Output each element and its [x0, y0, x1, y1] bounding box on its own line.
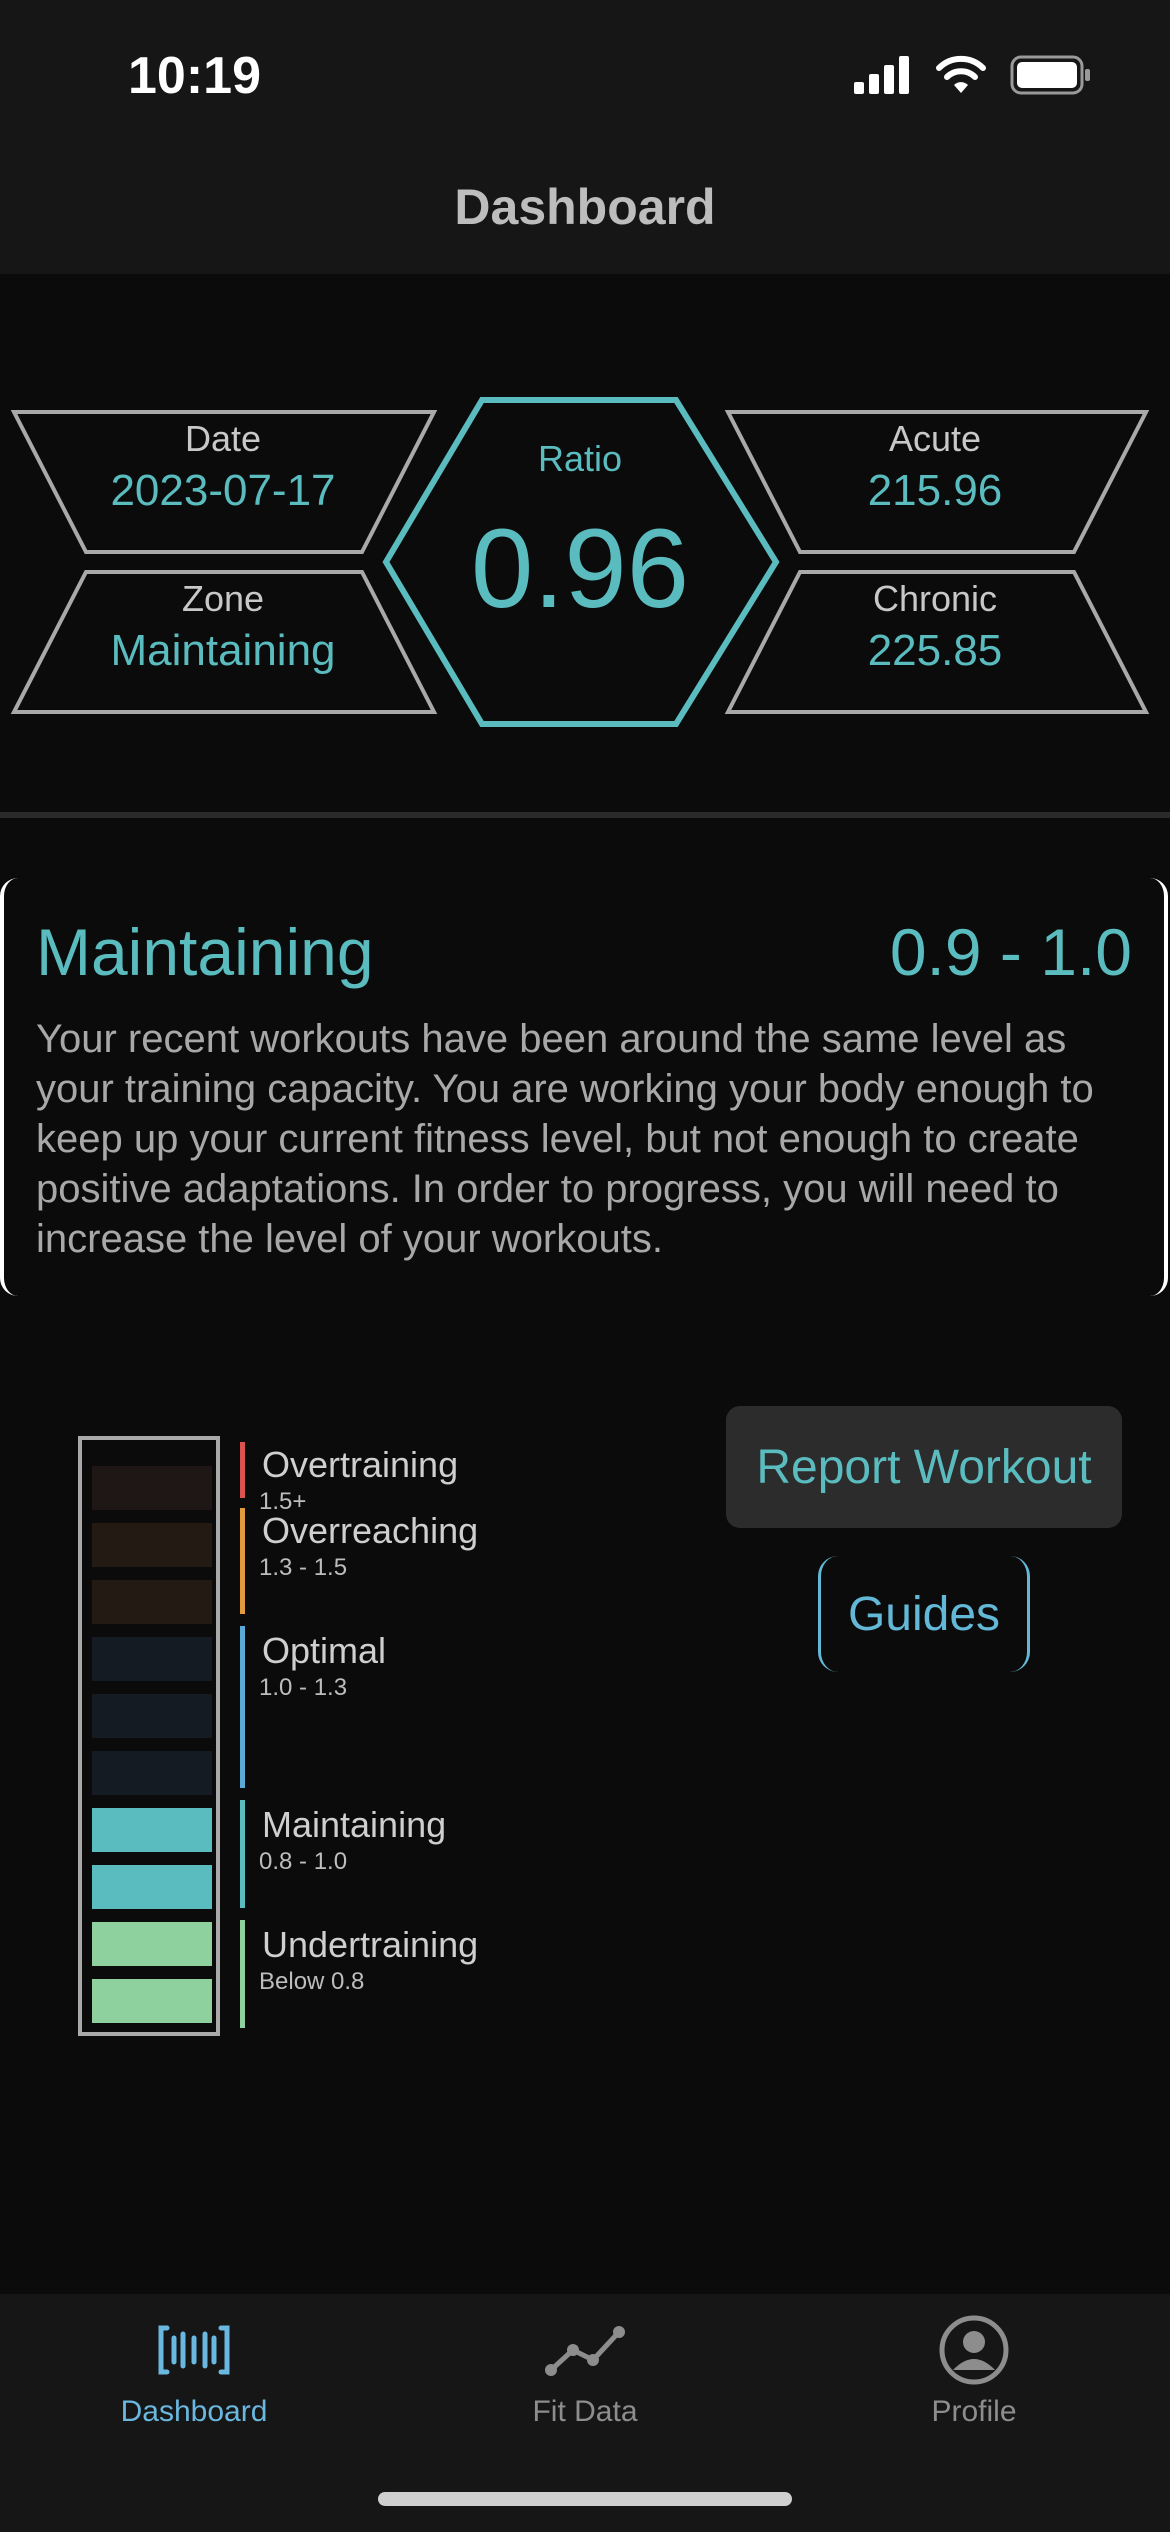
- legend-color-bar-overreaching: [240, 1508, 245, 1614]
- meter-segment: [92, 1580, 212, 1624]
- legend-range-undertraining: Below 0.8: [259, 1968, 365, 1995]
- legend-color-bar-maintaining: [240, 1800, 245, 1908]
- zone-value: Maintaining: [110, 626, 336, 675]
- legend-title-overtraining: Overtraining: [262, 1444, 459, 1485]
- legend-color-bar-undertraining: [240, 1920, 245, 2028]
- profile-icon: [939, 2315, 1009, 2385]
- acute-label: Acute: [888, 418, 982, 459]
- zone-card-range: 0.9 - 1.0: [889, 915, 1132, 989]
- meter-segment: [92, 1865, 212, 1909]
- meter-segment: [92, 1808, 212, 1852]
- legend-title-maintaining: Maintaining: [262, 1804, 447, 1845]
- tab-fit-data-label: Fit Data: [532, 2395, 638, 2428]
- tab-profile[interactable]: Profile: [824, 2315, 1124, 2429]
- navigation-bar: Dashboard: [0, 150, 1170, 274]
- meter-segment: [92, 1694, 212, 1738]
- zone-meter: [78, 1436, 220, 2036]
- status-time: 10:19: [128, 47, 261, 105]
- ratio-value: 0.96: [471, 506, 689, 631]
- meter-segment: [92, 1466, 212, 1510]
- meter-segment: [92, 1523, 212, 1567]
- status-bar: 10:19: [0, 0, 1170, 150]
- wifi-icon: [936, 55, 986, 93]
- stats-cluster: Date 2023-07-17 Zone Maintaining Ratio 0…: [0, 392, 1170, 732]
- meter-segment: [92, 1751, 212, 1795]
- tab-dashboard-label: Dashboard: [120, 2395, 268, 2428]
- page-title: Dashboard: [454, 179, 716, 235]
- legend-range-overreaching: 1.3 - 1.5: [259, 1554, 348, 1581]
- legend-range-maintaining: 0.8 - 1.0: [259, 1848, 348, 1875]
- meter-segment: [92, 1922, 212, 1966]
- acute-value: 215.96: [867, 466, 1003, 515]
- zone-card-title: Maintaining: [36, 915, 374, 989]
- meter-segment: [92, 1637, 212, 1681]
- tab-profile-label: Profile: [931, 2395, 1017, 2428]
- section-divider: [0, 812, 1170, 818]
- zone-info-card: Maintaining 0.9 - 1.0 Your recent workou…: [0, 878, 1168, 1296]
- ratio-label: Ratio: [537, 438, 623, 479]
- legend-title-optimal: Optimal: [262, 1630, 387, 1671]
- meter-segment: [92, 1979, 212, 2023]
- report-workout-button[interactable]: Report Workout: [726, 1406, 1122, 1528]
- chronic-label: Chronic: [872, 578, 998, 619]
- waveform-icon: [158, 2325, 230, 2375]
- battery-icon: [1010, 55, 1090, 95]
- cellular-signal-icon: [854, 56, 909, 94]
- zone-label: Zone: [181, 578, 265, 619]
- home-indicator[interactable]: [378, 2492, 792, 2506]
- legend-range-optimal: 1.0 - 1.3: [259, 1674, 348, 1701]
- tab-fit-data[interactable]: Fit Data: [435, 2320, 735, 2429]
- legend-color-bar-overtraining: [240, 1442, 245, 1498]
- status-icons: [854, 55, 1092, 95]
- legend-title-overreaching: Overreaching: [262, 1510, 479, 1551]
- line-chart-icon: [545, 2326, 625, 2376]
- chronic-value: 225.85: [867, 626, 1003, 675]
- tab-dashboard[interactable]: Dashboard: [44, 2320, 344, 2429]
- legend-color-bar-optimal: [240, 1626, 245, 1788]
- date-label: Date: [184, 418, 262, 459]
- zone-card-description: Your recent workouts have been around th…: [36, 1017, 1094, 1261]
- guides-button[interactable]: Guides: [818, 1556, 1030, 1672]
- date-value: 2023-07-17: [110, 466, 336, 515]
- legend-title-undertraining: Undertraining: [262, 1924, 479, 1965]
